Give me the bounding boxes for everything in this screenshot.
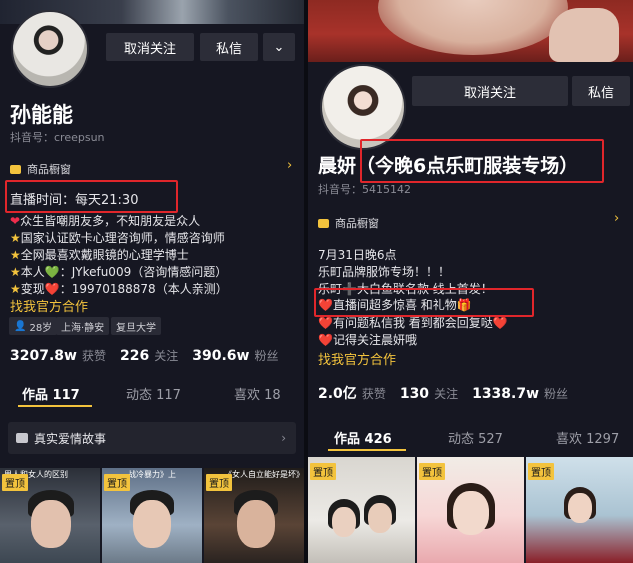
tab-works[interactable]: 作品 426 — [334, 428, 392, 447]
tab-activity[interactable]: 动态 527 — [448, 428, 503, 447]
official-cooperation-link[interactable]: 找我官方合作 — [318, 349, 396, 368]
chevron-right-icon[interactable]: › — [614, 211, 619, 226]
shop-label: 商品橱窗 — [27, 163, 71, 176]
official-cooperation-link[interactable]: 找我官方合作 — [10, 296, 88, 315]
shop-window-row[interactable]: 商品橱窗 — [318, 215, 379, 231]
shop-icon — [318, 218, 329, 228]
shop-window-row[interactable]: 商品橱窗 — [10, 161, 71, 177]
following-count[interactable]: 130 — [400, 386, 429, 402]
banner-image — [378, 0, 568, 55]
collection-row[interactable]: 真实爱情故事 › — [8, 422, 296, 454]
tab-works[interactable]: 作品 117 — [22, 384, 80, 403]
school-tag: 复旦大学 — [111, 317, 161, 335]
thumbnail-face — [568, 493, 592, 523]
avatar[interactable] — [320, 64, 406, 150]
tab-likes[interactable]: 喜欢 18 — [234, 384, 281, 403]
highlight-box-live-time — [5, 180, 178, 213]
highlight-box-gifts — [314, 288, 534, 317]
bio-line-1: ❤众生皆嘲朋友多，不知朋友是众人 — [10, 214, 201, 228]
pinned-badge: 置顶 — [206, 474, 232, 491]
followers-count[interactable]: 390.6w — [192, 348, 249, 364]
age-tag: 👤 28岁 — [9, 317, 58, 335]
thumbnail-caption: 战冷暴力》上 — [128, 470, 176, 479]
tab-activity[interactable]: 动态 117 — [126, 384, 181, 403]
pinned-badge: 置顶 — [310, 463, 336, 480]
likes-count: 3207.8w — [10, 348, 77, 364]
following-label: 关注 — [434, 387, 459, 401]
profile-name: 孙能能 — [10, 103, 73, 127]
star-icon: ★ — [10, 282, 21, 296]
active-tab-indicator — [328, 449, 406, 451]
highlight-box-title — [360, 139, 604, 183]
star-icon: ★ — [10, 231, 21, 245]
pinned-badge: 置顶 — [528, 463, 554, 480]
stats-row: 3207.8w 获赞 226 关注 390.6w 粉丝 — [10, 347, 292, 364]
bio-line-5: ★变现❤️：19970188878（本人亲测） — [10, 281, 228, 297]
bio-text: 全网最喜欢戴眼镜的心理学博士 — [20, 248, 189, 262]
banner-hand — [549, 8, 619, 62]
video-thumbnail[interactable]: 战冷暴力》上 置顶 — [102, 468, 202, 563]
likes-label: 获赞 — [81, 349, 106, 363]
account-id: 抖音号：5415142 — [318, 183, 411, 196]
bio-line-2: ★国家认证欧卡心理咨询师，情感咨询师 — [10, 230, 225, 246]
right-profile-screen: 取消关注 私信 晨妍（今晚6点乐町服装专场） 抖音号：5415142 商品橱窗 … — [308, 0, 633, 563]
thumbnail-caption: 《女人自立能好是坏》 — [224, 470, 304, 479]
chevron-right-icon[interactable]: › — [287, 158, 292, 173]
star-icon: ★ — [10, 248, 21, 262]
video-thumbnail[interactable]: 置顶 — [308, 457, 415, 563]
chevron-down-icon: ⌄ — [273, 39, 285, 55]
tab-likes[interactable]: 喜欢 1297 — [556, 428, 619, 447]
pinned-badge: 置顶 — [419, 463, 445, 480]
more-options-button[interactable]: ⌄ — [263, 33, 295, 61]
thumbnail-face — [133, 500, 171, 548]
bio-line-6: ❤️记得关注晨妍哦 — [318, 333, 417, 347]
likes-label: 获赞 — [361, 387, 386, 401]
message-button[interactable]: 私信 — [572, 76, 630, 106]
message-button[interactable]: 私信 — [200, 33, 258, 61]
following-count[interactable]: 226 — [120, 348, 149, 364]
star-icon: ★ — [10, 265, 21, 279]
likes-count: 2.0亿 — [318, 386, 357, 402]
bio-text: 本人💚：JYkefu009（咨询情感问题） — [20, 265, 228, 279]
person-icon: 👤 — [14, 320, 27, 332]
tag-text: 28岁 — [29, 322, 53, 334]
followers-count[interactable]: 1338.7w — [472, 386, 539, 402]
followers-label: 粉丝 — [544, 387, 569, 401]
chevron-right-icon: › — [281, 431, 286, 445]
bio-line-4: ★本人💚：JYkefu009（咨询情感问题） — [10, 264, 227, 280]
video-thumbnail[interactable]: 置顶 — [417, 457, 524, 563]
video-thumbnail[interactable]: 男人和女人的区别 置顶 — [0, 468, 100, 563]
bio-line-3: ★全网最喜欢戴眼镜的心理学博士 — [10, 247, 189, 263]
shop-label: 商品橱窗 — [335, 217, 379, 230]
location-tag: 上海·静安 — [56, 317, 110, 335]
avatar[interactable] — [11, 10, 89, 88]
video-thumbnail[interactable]: 《女人自立能好是坏》 置顶 — [204, 468, 304, 563]
thumbnail-face — [332, 507, 356, 537]
pinned-badge: 置顶 — [2, 474, 28, 491]
bio-text: 众生皆嘲朋友多，不知朋友是众人 — [20, 214, 201, 228]
collection-icon — [16, 433, 28, 443]
shop-icon — [10, 164, 21, 174]
active-tab-indicator — [18, 405, 92, 407]
bio-line-5: ❤️有问题私信我 看到都会回复哒❤️ — [318, 316, 508, 330]
pinned-badge: 置顶 — [104, 474, 130, 491]
thumbnail-face — [368, 503, 392, 533]
thumbnail-face — [237, 500, 275, 548]
thumbnail-face — [453, 491, 489, 535]
bio-line-1: 7月31日晚6点 — [318, 248, 397, 262]
left-profile-screen: 取消关注 私信 ⌄ 孙能能 抖音号：creepsun 商品橱窗 › 直播时间：每… — [0, 0, 304, 563]
unfollow-button[interactable]: 取消关注 — [106, 33, 194, 61]
collection-label: 真实爱情故事 — [34, 431, 107, 446]
video-thumbnail[interactable]: 置顶 — [526, 457, 633, 563]
following-label: 关注 — [154, 349, 179, 363]
account-id: 抖音号：creepsun — [10, 131, 105, 144]
bio-text: 国家认证欧卡心理咨询师，情感咨询师 — [20, 231, 225, 245]
profile-banner — [308, 0, 633, 62]
followers-label: 粉丝 — [254, 349, 279, 363]
bio-line-2: 乐町品牌服饰专场！！！ — [318, 265, 451, 279]
unfollow-button[interactable]: 取消关注 — [412, 76, 568, 106]
thumbnail-face — [31, 500, 71, 548]
bio-text: 变现❤️：19970188878（本人亲测） — [20, 282, 228, 296]
stats-row: 2.0亿 获赞 130 关注 1338.7w 粉丝 — [318, 383, 582, 403]
